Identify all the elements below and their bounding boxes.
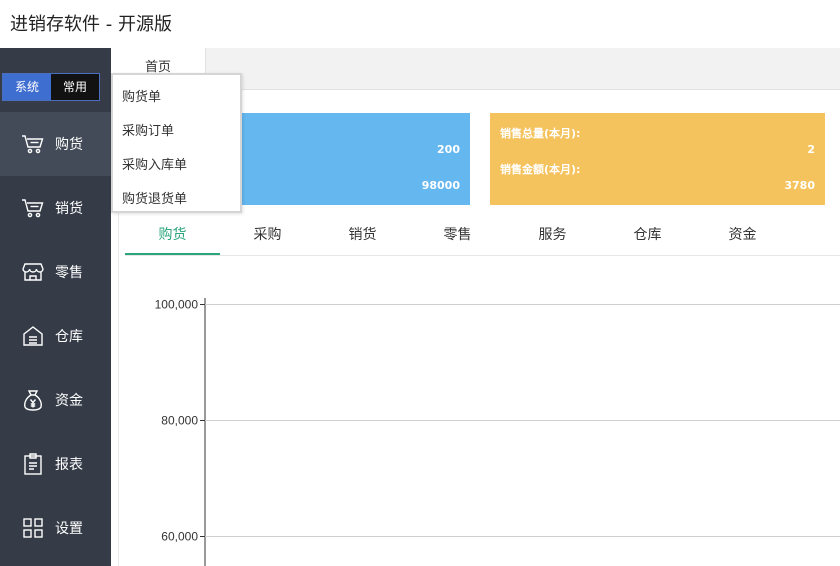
grid-icon [20,516,46,540]
sidebar-item-funds[interactable]: 资金 [0,368,111,432]
sidebar-item-label: 销货 [55,201,83,217]
sales-summary-card: 销售总量(本月): 2 销售金额(本月): 3780 [490,113,825,205]
menu-item-purchase-receipt[interactable]: 采购入库单 [122,154,187,173]
sales-amount-value: 3780 [784,179,815,192]
sales-qty-label: 销售总量(本月): [500,127,581,140]
sidebar-item-settings[interactable]: 设置 [0,496,111,560]
mode-switch: 系统 常用 [2,73,100,101]
sidebar-item-label: 仓库 [55,329,83,345]
subtab-sales[interactable]: 销货 [315,215,410,255]
store-icon [20,260,46,284]
module-tabs: 购货 采购 销货 零售 服务 仓库 资金 [125,215,840,256]
purchase-amount-value: 98000 [421,179,460,192]
warehouse-icon [20,324,46,348]
sidebar-item-purchase[interactable]: 购货 [0,112,111,176]
app-title: 进销存软件 - 开源版 [10,14,172,35]
subtab-service[interactable]: 服务 [505,215,600,255]
purchase-qty-value: 200 [437,143,460,156]
y-tick-label: 60,000 [161,530,198,544]
purchase-menu-dropdown: 购货单 采购订单 采购入库单 购货退货单 [111,73,242,213]
sidebar-item-reports[interactable]: 报表 [0,432,111,496]
sidebar-item-label: 设置 [55,521,83,537]
common-mode-button[interactable]: 常用 [51,74,99,100]
y-tick-label: 100,000 [155,298,199,312]
sidebar: 系统 常用 购货 销货 零售 仓库 资金 报表 设置 [0,48,111,566]
subtab-warehouse[interactable]: 仓库 [600,215,695,255]
title-bar: 进销存软件 - 开源版 [0,0,840,48]
subtab-funds[interactable]: 资金 [695,215,790,255]
sales-qty-value: 2 [807,143,815,156]
subtab-procurement[interactable]: 采购 [220,215,315,255]
y-tick-label: 80,000 [161,414,198,428]
sidebar-item-sales[interactable]: 销货 [0,176,111,240]
sidebar-item-label: 报表 [55,457,83,473]
sidebar-item-retail[interactable]: 零售 [0,240,111,304]
purchase-chart: 100,000 80,000 60,000 [155,298,840,566]
menu-item-purchase-return[interactable]: 购货退货单 [122,188,187,207]
clipboard-icon [20,452,46,476]
menu-item-purchase-order[interactable]: 购货单 [122,86,161,105]
money-bag-icon [20,388,46,412]
system-mode-button[interactable]: 系统 [3,74,51,100]
menu-item-procurement-order[interactable]: 采购订单 [122,120,174,139]
cart-icon [20,132,46,156]
sidebar-item-label: 购货 [55,137,83,153]
subtab-purchase[interactable]: 购货 [125,215,220,255]
cart-icon [20,196,46,220]
sidebar-item-label: 资金 [55,393,83,409]
purchase-summary-card: 200 98000 [230,113,470,205]
subtab-retail[interactable]: 零售 [410,215,505,255]
sidebar-item-label: 零售 [55,265,83,281]
sidebar-item-warehouse[interactable]: 仓库 [0,304,111,368]
sales-amount-label: 销售金额(本月): [500,163,581,176]
